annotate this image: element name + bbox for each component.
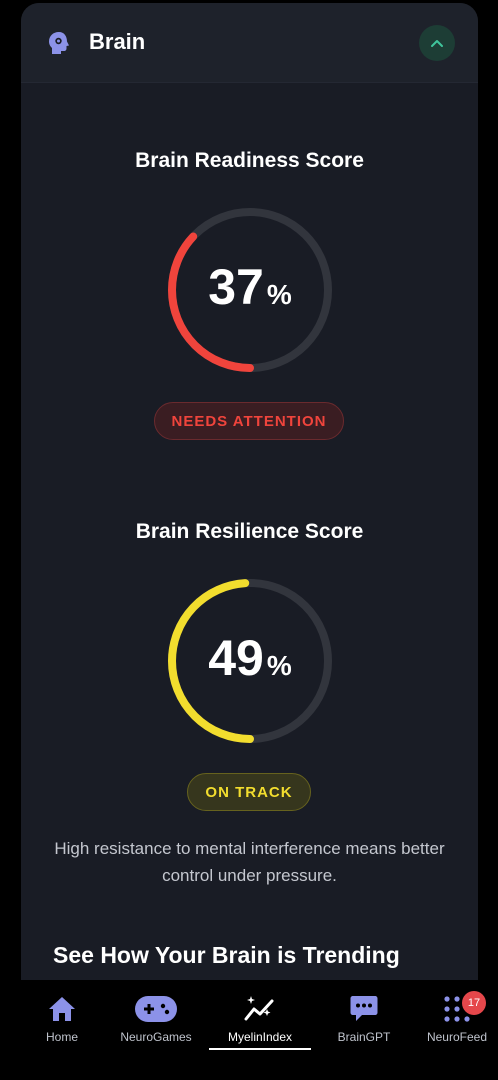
chevron-up-icon [431, 40, 443, 47]
card-header[interactable]: Brain [21, 3, 478, 83]
trend-section-title: See How Your Brain is Trending [53, 942, 400, 968]
brain-head-icon [49, 32, 69, 54]
home-icon [49, 997, 75, 1021]
resilience-score-number: 49 [208, 630, 264, 686]
card-title: Brain [89, 29, 146, 54]
active-tab-indicator [209, 1048, 311, 1050]
resilience-score-unit: % [266, 650, 292, 681]
nav-label-braingpt: BrainGPT [337, 1030, 391, 1044]
nav-item-home[interactable]: Home [22, 980, 102, 1080]
nav-item-neurofeed[interactable]: NeuroFeed [418, 980, 496, 1080]
nav-item-braingpt[interactable]: BrainGPT [322, 980, 406, 1080]
readiness-score: 37% [167, 258, 333, 316]
nav-label-neurogames: NeuroGames [120, 1030, 192, 1044]
readiness-title: Brain Readiness Score [135, 149, 364, 172]
chat-icon [350, 996, 378, 1021]
resilience-score: 49% [167, 629, 333, 687]
sparkle-chart-icon [244, 996, 274, 1021]
nav-label-myelinindex: MyelinIndex [227, 1030, 293, 1044]
resilience-description: High resistance to mental interference m… [54, 839, 445, 885]
nav-label-home: Home [45, 1030, 78, 1044]
nav-item-myelinindex[interactable]: MyelinIndex [210, 980, 310, 1080]
resilience-status-badge: ON TRACK [187, 773, 311, 811]
notification-badge: 17 [462, 991, 486, 1015]
readiness-status-badge: NEEDS ATTENTION [154, 402, 344, 440]
readiness-score-unit: % [266, 279, 292, 310]
collapse-button[interactable] [419, 25, 455, 61]
gamepad-icon [135, 996, 177, 1022]
bottom-navigation: Home NeuroGames MyelinIndex BrainGPT Neu… [0, 980, 498, 1080]
readiness-score-number: 37 [208, 259, 264, 315]
nav-label-neurofeed: NeuroFeed [426, 1030, 488, 1044]
resilience-title: Brain Resilience Score [135, 520, 364, 543]
nav-item-neurogames[interactable]: NeuroGames [111, 980, 201, 1080]
brain-card: Brain Brain Readiness Score 37% NEEDS AT… [21, 3, 478, 1003]
